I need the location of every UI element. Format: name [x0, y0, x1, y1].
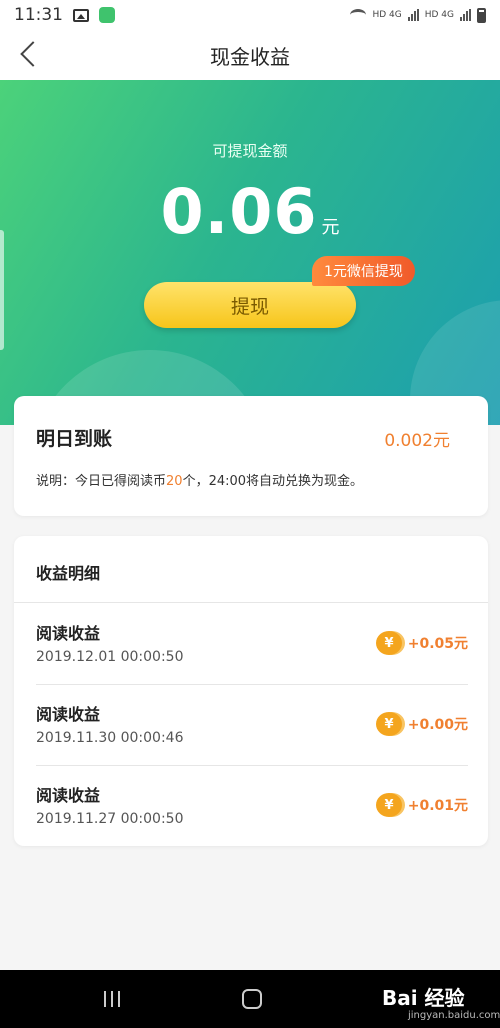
coin-icon: ¥ — [376, 631, 402, 655]
status-time: 11:31 — [14, 5, 63, 25]
earning-type: 阅读收益 — [36, 624, 101, 643]
coin-icon: ¥ — [376, 793, 402, 817]
note-suffix: 个，24:00将自动兑换为现金。 — [182, 474, 364, 489]
exchange-note: 说明：今日已得阅读币20个，24:00将自动兑换为现金。 — [36, 470, 363, 489]
coin-icon: ¥ — [376, 712, 402, 736]
list-item[interactable]: 阅读收益 2019.12.01 00:00:50 ¥ +0.05元 — [36, 603, 468, 684]
withdraw-button[interactable]: 提现 — [144, 282, 356, 328]
earning-type: 阅读收益 — [36, 786, 101, 805]
list-item[interactable]: 阅读收益 2019.11.27 00:00:50 ¥ +0.01元 — [36, 765, 468, 846]
wifi-icon — [350, 9, 367, 21]
battery-icon — [477, 7, 486, 23]
earning-date: 2019.11.27 00:00:50 — [36, 811, 184, 827]
list-item[interactable]: 阅读收益 2019.11.30 00:00:46 ¥ +0.00元 — [36, 684, 468, 765]
earning-date: 2019.11.30 00:00:46 — [36, 730, 184, 746]
earning-date: 2019.12.01 00:00:50 — [36, 649, 184, 665]
gallery-icon — [73, 8, 89, 22]
nav-bar: 现金收益 — [0, 30, 500, 80]
signal-icon — [407, 9, 419, 21]
earnings-detail-title: 收益明细 — [36, 564, 101, 583]
note-prefix: 说明：今日已得阅读币 — [36, 474, 167, 489]
page-title: 现金收益 — [210, 44, 290, 69]
earning-amount: +0.01元 — [407, 798, 468, 814]
earning-amount: +0.00元 — [407, 717, 468, 733]
system-nav-bar: Bai 经验 jingyan.baidu.com — [0, 970, 500, 1028]
balance-amount-row: 0.06 元 — [0, 175, 500, 248]
network-label-2: HD 4G — [424, 10, 454, 20]
withdrawable-label: 可提现金额 — [212, 142, 288, 160]
back-arrow-icon[interactable] — [20, 41, 46, 67]
watermark-url: jingyan.baidu.com — [408, 1010, 500, 1021]
balance-unit: 元 — [321, 217, 340, 238]
tomorrow-title: 明日到账 — [36, 428, 113, 450]
earning-type: 阅读收益 — [36, 705, 101, 724]
balance-hero: 可提现金额 0.06 元 提现 1元微信提现 — [0, 80, 500, 425]
app-notification-icon — [99, 7, 115, 23]
coin-count: 20 — [166, 474, 183, 489]
status-bar: 11:31 HD 4G HD 4G — [0, 0, 500, 30]
earning-amount: +0.05元 — [407, 636, 468, 652]
tomorrow-amount: 0.002元 — [384, 431, 450, 451]
home-icon[interactable] — [242, 989, 262, 1009]
network-label-1: HD 4G — [372, 10, 402, 20]
side-drawer-handle[interactable] — [0, 230, 4, 350]
tomorrow-arrival-card: 明日到账 0.002元 说明：今日已得阅读币20个，24:00将自动兑换为现金。 — [14, 396, 488, 516]
balance-amount: 0.06 — [160, 175, 318, 248]
watermark-brand: Bai 经验 — [382, 986, 465, 1010]
recents-icon[interactable] — [104, 991, 120, 1007]
wechat-withdraw-badge[interactable]: 1元微信提现 — [312, 256, 415, 286]
signal-icon — [460, 9, 471, 21]
earnings-detail-card: 收益明细 阅读收益 2019.12.01 00:00:50 ¥ +0.05元 阅… — [14, 536, 488, 846]
